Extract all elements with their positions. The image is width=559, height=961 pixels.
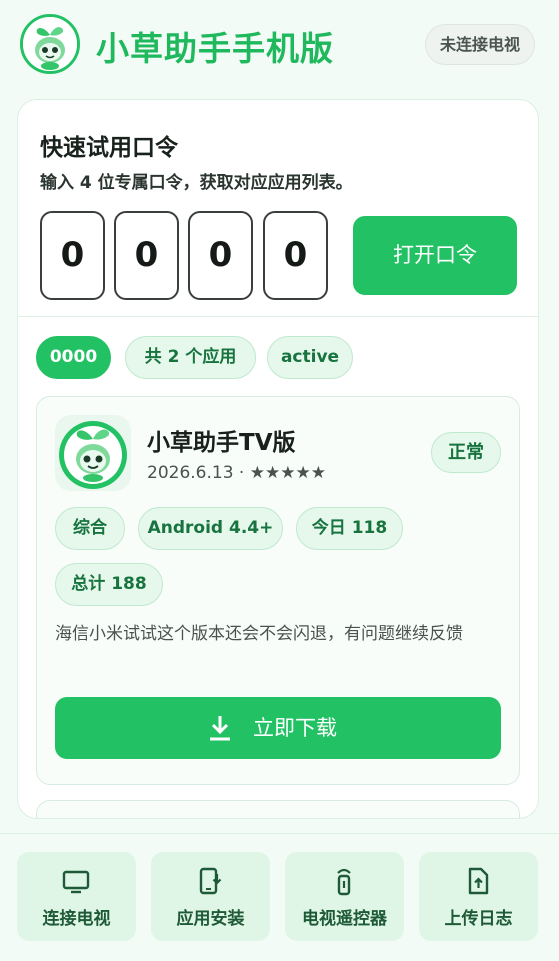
app-description: 海信小米试试这个版本还会不会闪退，有问题继续反馈 (55, 624, 463, 644)
tv-icon (62, 870, 90, 894)
app-name: 小草助手TV版 (147, 430, 296, 456)
connection-status-badge[interactable]: 未连接电视 (424, 24, 535, 65)
nav-upload-log[interactable]: 上传日志 (419, 852, 538, 941)
nav-label: 连接电视 (42, 909, 111, 929)
download-button[interactable]: 立即下载 (55, 697, 501, 759)
app-tag-total: 总计 188 (55, 563, 163, 606)
nav-tv-remote[interactable]: 电视遥控器 (285, 852, 404, 941)
app-status-badge: 正常 (431, 432, 501, 473)
nav-label: 上传日志 (444, 909, 513, 929)
remote-icon (337, 868, 351, 896)
upload-file-icon (468, 867, 489, 895)
nav-label: 应用安装 (176, 909, 245, 929)
bottom-nav: 连接电视 应用安装 电视遥控器 上传日志 (0, 833, 559, 961)
phone-install-icon (199, 867, 222, 895)
download-icon (210, 716, 230, 741)
download-button-label: 立即下载 (253, 716, 337, 740)
app-tag-category: 综合 (55, 507, 125, 550)
nav-app-install[interactable]: 应用安装 (151, 852, 270, 941)
code-digit-3[interactable]: 0 (188, 211, 253, 300)
code-section-subtitle: 输入 4 位专属口令，获取对应应用列表。 (40, 173, 353, 193)
nav-connect-tv[interactable]: 连接电视 (17, 852, 136, 941)
status-chip: active (267, 336, 353, 379)
open-code-button[interactable]: 打开口令 (353, 216, 517, 295)
code-entry-section: 快速试用口令 输入 4 位专属口令，获取对应应用列表。 0 0 0 0 打开口令 (18, 100, 538, 317)
code-digit-4[interactable]: 0 (263, 211, 328, 300)
code-digit-2[interactable]: 0 (114, 211, 179, 300)
app-header: 小草助手手机版 未连接电视 (0, 0, 559, 92)
code-section-title: 快速试用口令 (40, 135, 178, 161)
code-chip: 0000 (36, 336, 111, 379)
next-app-card (36, 800, 520, 818)
code-digit-1[interactable]: 0 (40, 211, 105, 300)
app-tag-today: 今日 118 (296, 507, 403, 550)
main-panel: 快速试用口令 输入 4 位专属口令，获取对应应用列表。 0 0 0 0 打开口令… (17, 99, 539, 819)
nav-label: 电视遥控器 (302, 909, 387, 929)
app-logo (20, 14, 80, 74)
app-icon (55, 415, 131, 491)
app-count-chip: 共 2 个应用 (125, 336, 256, 379)
app-card: 小草助手TV版 2026.6.13 · ★★★★★ 正常 综合 Android … (36, 396, 520, 785)
page-title: 小草助手手机版 (96, 29, 334, 68)
app-meta: 2026.6.13 · ★★★★★ (147, 463, 326, 483)
app-tag-android: Android 4.4+ (138, 507, 283, 550)
